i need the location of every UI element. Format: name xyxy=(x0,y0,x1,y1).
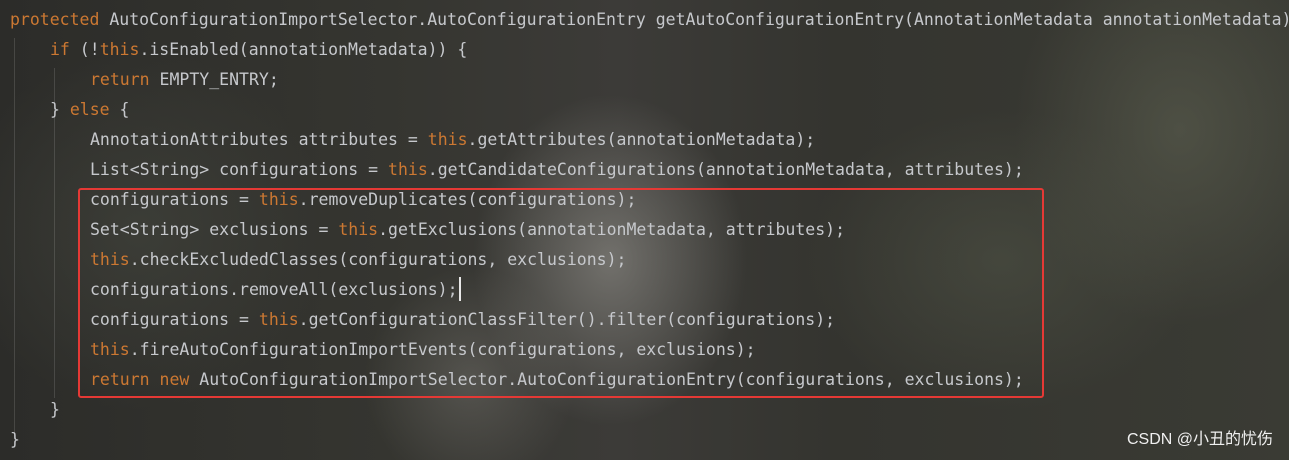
keyword-this: this xyxy=(99,40,140,59)
code-text: { xyxy=(109,100,130,119)
code-text: List<String> configurations = xyxy=(90,160,389,179)
code-line-3[interactable]: return EMPTY_ENTRY; xyxy=(90,65,279,95)
keyword-this: this xyxy=(388,160,428,179)
code-line-5[interactable]: AnnotationAttributes attributes = this.g… xyxy=(90,125,815,155)
code-line-15[interactable]: } xyxy=(10,425,20,455)
code-line-1[interactable]: protected AutoConfigurationImportSelecto… xyxy=(10,5,1289,35)
keyword-else: else xyxy=(69,100,110,119)
code-text: .getCandidateConfigurations(annotationMe… xyxy=(427,160,1024,179)
method-signature: AutoConfigurationImportSelector.AutoConf… xyxy=(109,10,1289,29)
code-text: (! xyxy=(69,40,100,59)
code-text: } xyxy=(50,400,60,419)
code-line-2[interactable]: if (!this.isEnabled(annotationMetadata))… xyxy=(50,35,467,65)
code-text: EMPTY_ENTRY; xyxy=(149,70,279,89)
code-text: .isEnabled(annotationMetadata)) { xyxy=(139,40,468,59)
code-line-4[interactable]: } else { xyxy=(50,95,130,125)
highlight-box xyxy=(78,188,1044,398)
code-text: } xyxy=(10,430,20,449)
code-text: } xyxy=(50,100,70,119)
code-text: AnnotationAttributes attributes = xyxy=(90,130,428,149)
keyword-protected: protected xyxy=(10,10,100,29)
code-text: .getAttributes(annotationMetadata); xyxy=(467,130,816,149)
code-line-14[interactable]: } xyxy=(50,395,60,425)
keyword-if: if xyxy=(50,40,70,59)
code-line-6[interactable]: List<String> configurations = this.getCa… xyxy=(90,155,1024,185)
code-editor[interactable]: protected AutoConfigurationImportSelecto… xyxy=(0,0,1289,460)
indent-guide-outer xyxy=(14,38,15,438)
keyword-this: this xyxy=(427,130,468,149)
watermark: CSDN @小丑的忧伤 xyxy=(1126,431,1273,448)
keyword-return: return xyxy=(90,70,150,89)
